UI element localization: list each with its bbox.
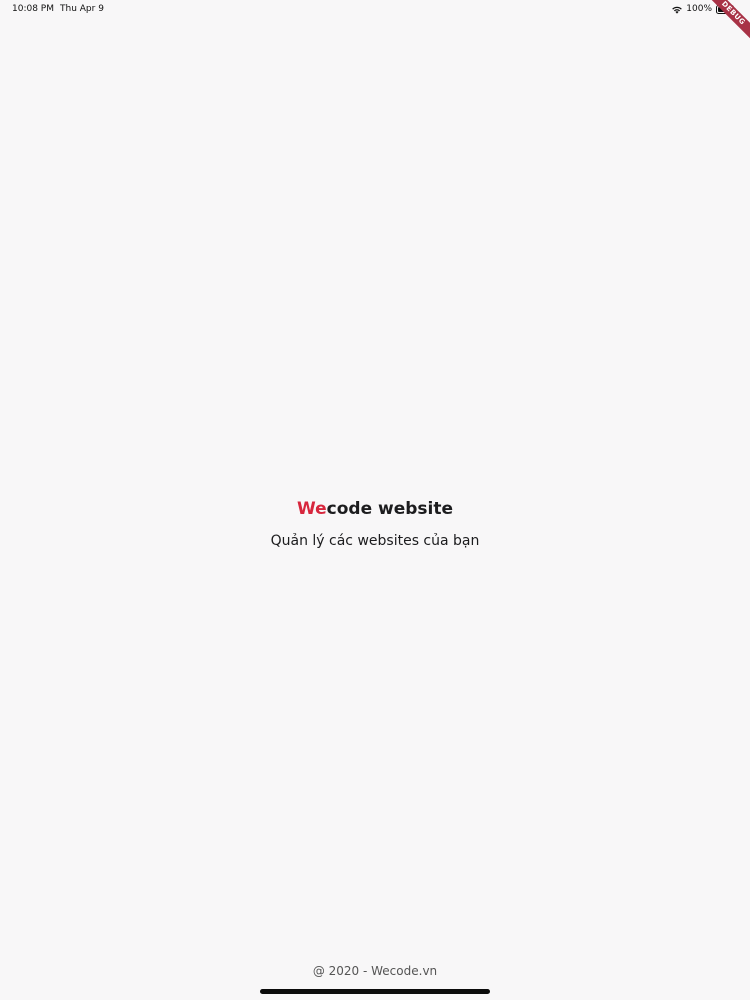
app-title-accent: We xyxy=(296,499,327,519)
app-subtitle: Quản lý các websites của bạn xyxy=(270,533,480,549)
footer-copyright: @ 2020 - Wecode.vn xyxy=(312,964,438,978)
wifi-icon xyxy=(672,6,683,14)
splash-content: Wecode website Quản lý các websites của … xyxy=(0,497,750,551)
battery-percent: 100% xyxy=(686,4,712,14)
status-indicators: 100% xyxy=(671,3,736,15)
status-time: 10:08 PM xyxy=(12,4,54,14)
app-title-rest: code website xyxy=(326,499,454,519)
battery-icon xyxy=(716,4,736,14)
status-bar: 10:08 PM Thu Apr 9 100% xyxy=(0,0,750,18)
home-indicator[interactable] xyxy=(260,989,490,994)
app-title: Wecode website xyxy=(0,497,750,521)
status-date: Thu Apr 9 xyxy=(60,4,104,14)
